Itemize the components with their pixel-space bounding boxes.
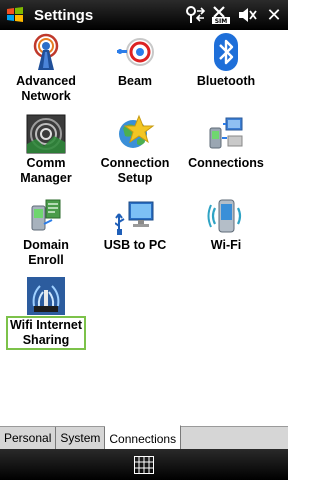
sim-status[interactable]: SIM	[208, 0, 234, 30]
item-label: Advanced Network	[16, 74, 76, 103]
connections-icon	[206, 114, 246, 154]
beam-icon	[115, 32, 155, 72]
tab-bar: Personal System Connections	[0, 425, 288, 449]
item-label: Connections	[188, 156, 264, 170]
wifi-icon	[206, 196, 246, 236]
settings-screen: Settings SIM ✕ Advanced Network Beam Blu…	[0, 0, 288, 480]
item-advanced-network[interactable]: Advanced Network	[0, 32, 92, 114]
app-title: Settings	[34, 6, 94, 24]
volume-muted-icon	[239, 8, 257, 22]
usb-to-pc-icon	[114, 196, 155, 236]
tab-connections[interactable]: Connections	[105, 425, 182, 449]
volume-status[interactable]	[234, 0, 260, 30]
item-label: Domain Enroll	[23, 238, 69, 267]
tab-system[interactable]: System	[56, 427, 106, 449]
wifi-internet-sharing-icon	[26, 276, 66, 316]
item-usb-to-pc[interactable]: USB to PC	[89, 196, 181, 278]
item-wifi-internet-sharing[interactable]: Wifi Internet Sharing	[0, 276, 92, 358]
item-label: Comm Manager	[20, 156, 72, 185]
start-button[interactable]	[0, 0, 30, 30]
keyboard-button[interactable]	[133, 455, 155, 475]
connectivity-status[interactable]	[182, 0, 208, 30]
windows-flag-icon	[7, 7, 23, 22]
item-label: Connection Setup	[100, 156, 170, 185]
domain-enroll-icon	[26, 196, 66, 236]
close-button[interactable]: ✕	[260, 0, 288, 30]
item-comm-manager[interactable]: Comm Manager	[0, 114, 92, 196]
keyboard-icon	[134, 455, 154, 474]
item-label: Wi-Fi	[210, 238, 242, 252]
item-connection-setup[interactable]: Connection Setup	[89, 114, 181, 196]
item-bluetooth[interactable]: Bluetooth	[180, 32, 272, 114]
advanced-network-icon	[26, 32, 66, 72]
connection-setup-icon	[115, 114, 155, 154]
soft-key-bar	[0, 449, 288, 480]
tab-bar-filler	[181, 427, 288, 449]
item-beam[interactable]: Beam	[89, 32, 181, 114]
comm-manager-icon	[26, 114, 66, 154]
item-wifi[interactable]: Wi-Fi	[180, 196, 272, 278]
title-bar: Settings SIM ✕	[0, 0, 288, 30]
bluetooth-icon	[206, 32, 246, 72]
item-connections[interactable]: Connections	[180, 114, 272, 196]
item-domain-enroll[interactable]: Domain Enroll	[0, 196, 92, 278]
item-label: Beam	[117, 74, 153, 88]
item-label: USB to PC	[103, 238, 167, 252]
item-label: Bluetooth	[196, 74, 256, 88]
item-label: Wifi Internet Sharing	[5, 316, 87, 350]
no-sim-icon: SIM	[212, 6, 230, 25]
connectivity-icon	[186, 6, 206, 23]
svg-text:SIM: SIM	[215, 18, 228, 25]
tab-personal[interactable]: Personal	[0, 427, 57, 449]
